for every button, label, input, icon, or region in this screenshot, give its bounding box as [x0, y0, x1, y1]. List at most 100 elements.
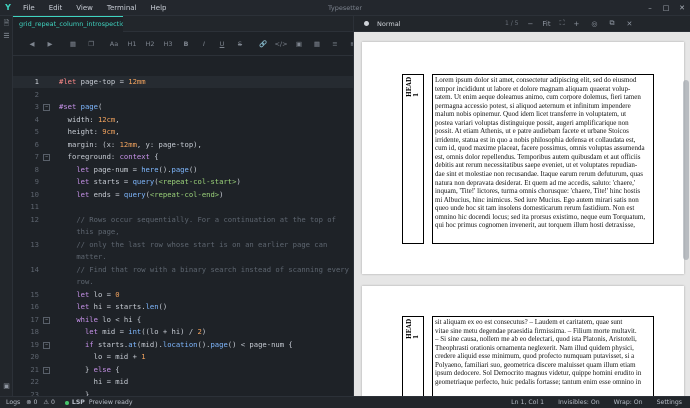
preview-text-line: qui hoc primus cognomen invenerit, aut t…	[435, 221, 636, 230]
fullscreen-icon[interactable]: ⛶	[560, 19, 565, 28]
grid-icon[interactable]: ▦	[66, 37, 80, 51]
code-line[interactable]: 7− foreground: context {	[13, 151, 353, 163]
copy-icon[interactable]: ❐	[84, 37, 98, 51]
maximize-icon[interactable]: □	[658, 0, 674, 16]
code-line[interactable]: this page,	[13, 226, 353, 238]
menu-help[interactable]: Help	[144, 0, 174, 16]
menu-view[interactable]: View	[69, 0, 100, 16]
wrap-toggle[interactable]: Wrap: On	[614, 399, 643, 406]
panel-toggle-icon[interactable]: ▣	[0, 380, 13, 392]
body-column: sit aliquam ex eo est consecutus? – Laud…	[432, 316, 654, 396]
strikethrough-button[interactable]: S	[233, 37, 247, 51]
link-icon[interactable]: 🔗	[256, 37, 270, 51]
errors-indicator[interactable]: ⊗ 0	[26, 399, 37, 406]
preview-text-line: queo unde hoc sit tam insolens domestica…	[435, 204, 635, 213]
heading-3-button[interactable]: H3	[161, 37, 175, 51]
logs-button[interactable]: Logs	[6, 399, 20, 406]
activity-bar: 🗎 ☰ ▣	[0, 16, 13, 396]
menu-file[interactable]: File	[16, 0, 42, 16]
code-line[interactable]: row.	[13, 276, 353, 288]
fit-page-icon[interactable]: Fit	[542, 20, 550, 28]
target-icon[interactable]: ◎	[591, 20, 597, 28]
code-text: } else {	[59, 364, 120, 374]
tab-active-file[interactable]: grid_repeat_column_introspection...	[13, 16, 123, 32]
zoom-out-icon[interactable]: −	[527, 20, 533, 28]
code-line[interactable]: 12 // Rows occur sequentially. For a con…	[13, 214, 353, 226]
files-icon[interactable]: 🗎	[0, 18, 13, 30]
settings-button[interactable]: Settings	[657, 399, 682, 406]
invisibles-toggle[interactable]: Invisibles: On	[558, 399, 600, 406]
line-number: 9	[34, 177, 39, 186]
lsp-status[interactable]: LSP Preview ready	[64, 399, 133, 406]
code-line[interactable]: 21− } else {	[13, 364, 353, 376]
code-line[interactable]: 17− while lo < hi {	[13, 314, 353, 326]
redo-icon[interactable]: ▶	[43, 37, 57, 51]
scrollbar-thumb[interactable]	[683, 80, 689, 260]
code-line[interactable]: 19− if starts.at(mid).location().page() …	[13, 339, 353, 351]
code-line[interactable]: 4 width: 12cm,	[13, 114, 353, 126]
underline-button[interactable]: U	[215, 37, 229, 51]
code-line[interactable]: 23 }	[13, 389, 353, 397]
heading-1-button[interactable]: H1	[125, 37, 139, 51]
undo-icon[interactable]: ◀	[25, 37, 39, 51]
italic-button[interactable]: I	[197, 37, 211, 51]
warning-count: 0	[50, 399, 55, 406]
preview-pane[interactable]: HEAD 1 Lorem ipsum dolor sit amet, conse…	[353, 32, 690, 396]
code-line[interactable]: 9 let starts = query(<repeat-col-start>)	[13, 176, 353, 188]
menu-edit[interactable]: Edit	[42, 0, 70, 16]
preview-text-line: natura non depravata desiderat. Et quem …	[435, 178, 636, 187]
export-icon[interactable]: ⧉	[609, 19, 614, 28]
table-icon[interactable]: ▦	[310, 37, 324, 51]
bold-button[interactable]: B	[179, 37, 193, 51]
preview-mode-select[interactable]: Normal	[377, 20, 437, 28]
code-line[interactable]: 8 let page-num = here().page()	[13, 164, 353, 176]
line-number: 13	[30, 239, 39, 249]
line-number: 2	[34, 89, 39, 99]
code-line[interactable]: 10 let ends = query(<repeat-col-end>)	[13, 189, 353, 201]
code-text: #let page-top = 12mm	[59, 77, 146, 86]
zoom-in-icon[interactable]: +	[573, 20, 579, 28]
close-window-icon[interactable]: ✕	[674, 0, 690, 16]
minimize-icon[interactable]: –	[642, 0, 658, 16]
code-line[interactable]: 2	[13, 89, 353, 101]
code-line[interactable]: matter.	[13, 251, 353, 263]
code-line[interactable]: 11	[13, 201, 353, 213]
close-preview-icon[interactable]: ✕	[626, 20, 632, 28]
cursor-position[interactable]: Ln 1, Col 1	[511, 399, 544, 406]
code-line[interactable]: 15 let lo = 0	[13, 289, 353, 301]
format-toolbar: ◀ ▶ ▦ ❐ Aa H1 H2 H3 B I U S 🔗 </> ▣ ▦ ≡ …	[13, 32, 373, 56]
line-number: 15	[30, 289, 39, 299]
code-line[interactable]: 16 let hi = starts.len()	[13, 301, 353, 313]
code-line[interactable]: 1 #let page-top = 12mm	[13, 76, 353, 88]
preview-scrollbar[interactable]	[682, 32, 690, 396]
font-size-button[interactable]: Aa	[107, 37, 121, 51]
line-number: 20	[30, 352, 39, 361]
code-text: this page,	[76, 227, 120, 236]
line-number: 17	[30, 314, 39, 324]
fold-toggle-icon[interactable]: −	[43, 104, 50, 111]
code-line[interactable]: 20 lo = mid + 1	[13, 351, 353, 363]
heading-2-button[interactable]: H2	[143, 37, 157, 51]
outline-icon[interactable]: ☰	[0, 30, 13, 42]
fold-toggle-icon[interactable]: −	[43, 316, 50, 324]
menu-terminal[interactable]: Terminal	[100, 0, 144, 16]
code-line[interactable]: 13 // only the last row whose start is o…	[13, 239, 353, 251]
image-icon[interactable]: ▣	[292, 37, 306, 51]
code-line[interactable]: 3− #set page(	[13, 101, 353, 113]
code-icon[interactable]: </>	[274, 37, 288, 51]
code-line[interactable]: 5 height: 9cm,	[13, 126, 353, 138]
list-icon[interactable]: ≡	[328, 37, 342, 51]
fold-toggle-icon[interactable]: −	[43, 154, 50, 161]
code-line[interactable]: 6 margin: (x: 12mm, y: page-top),	[13, 139, 353, 151]
lsp-status-text: Preview ready	[88, 399, 133, 406]
code-line[interactable]: 22 hi = mid	[13, 376, 353, 388]
code-editor[interactable]: 1 #let page-top = 12mm 2 3− #set page(4 widt…	[13, 56, 353, 396]
line-number: 6	[34, 139, 39, 149]
fold-toggle-icon[interactable]: −	[43, 366, 50, 374]
code-line[interactable]: 18 let mid = int((lo + hi) / 2)	[13, 326, 353, 338]
fold-toggle-icon[interactable]: −	[43, 341, 50, 349]
code-text: if starts.at(mid).location().page() < pa…	[84, 339, 293, 349]
warnings-indicator[interactable]: ⚠ 0	[43, 399, 55, 406]
code-line[interactable]: 14 // Find that row with a binary search…	[13, 264, 353, 276]
preview-text-line: Theophrasti orationis ornamenta neglexer…	[435, 343, 634, 352]
